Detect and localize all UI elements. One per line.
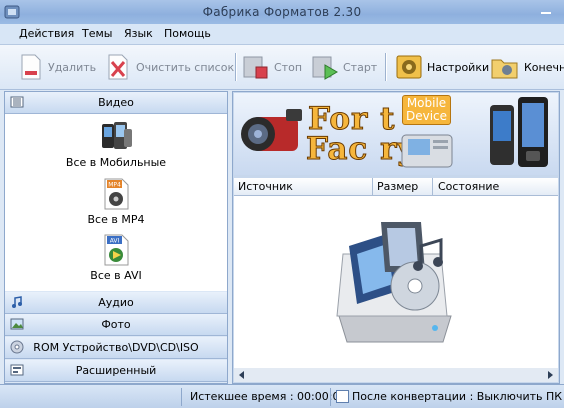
format-label: Все в AVI <box>90 269 142 282</box>
start-button[interactable]: Старт <box>311 51 377 83</box>
chevron-left-icon[interactable] <box>236 369 248 381</box>
column-divider[interactable] <box>372 178 373 195</box>
clear-list-label: Очистить список <box>136 60 235 74</box>
chevron-right-icon[interactable] <box>544 369 556 381</box>
shutdown-checkbox[interactable] <box>336 390 349 403</box>
window-title: Фабрика Форматов 2.30 <box>202 5 362 19</box>
status-divider <box>330 388 331 406</box>
category-panel: Видео Все в Мобильные MP4 Все в MP4 AVI … <box>4 91 228 384</box>
start-icon <box>312 56 338 80</box>
folder-icon <box>491 59 518 79</box>
category-advanced[interactable]: Расширенный <box>5 360 227 382</box>
remove-button[interactable]: Удалить <box>18 51 96 83</box>
elapsed-time: Истекшее время : 00:00:00 <box>190 390 347 403</box>
task-list[interactable] <box>234 196 558 368</box>
menu-themes[interactable]: Темы <box>82 27 112 40</box>
svg-text:MP4: MP4 <box>108 182 121 189</box>
menu-language[interactable]: Язык <box>124 27 153 40</box>
category-photo-label: Фото <box>101 318 131 331</box>
menu-bar: Действия Темы Язык Помощь <box>0 24 564 45</box>
mobile-phones-icon <box>102 122 132 149</box>
format-label: Все в MP4 <box>87 213 145 226</box>
task-panel: For t Fac ry Mobile Device Источник Разм… <box>232 91 560 384</box>
category-rom[interactable]: ROM Устройство\DVD\CD\ISO <box>5 337 227 359</box>
toolbar: Удалить Очистить список Стоп Старт Настр… <box>0 45 564 90</box>
app-window: Фабрика Форматов 2.30 Действия Темы Язык… <box>0 0 564 408</box>
settings-button[interactable]: Настройки <box>395 51 489 83</box>
after-conversion-label: После конвертации : Выключить ПК <box>352 390 563 403</box>
format-item-avi[interactable]: AVI Все в AVI <box>5 233 227 282</box>
task-table-header: Источник Размер Состояние <box>234 178 558 196</box>
format-item-mobile[interactable]: Все в Мобильные <box>5 120 227 169</box>
remove-label: Удалить <box>48 60 97 74</box>
menu-actions[interactable]: Действия <box>19 27 74 40</box>
status-divider <box>181 388 182 406</box>
output-folder-button[interactable]: Конечн <box>490 51 564 83</box>
format-item-mp4[interactable]: MP4 Все в MP4 <box>5 177 227 226</box>
banner-mobile-line1: Mobile <box>406 96 447 110</box>
category-rom-label: ROM Устройство\DVD\CD\ISO <box>33 341 199 354</box>
menu-help[interactable]: Помощь <box>164 27 211 40</box>
mp4-icon: MP4 <box>104 178 129 210</box>
category-advanced-label: Расширенный <box>75 364 157 377</box>
output-folder-label: Конечн <box>524 60 564 74</box>
pda-icon <box>401 134 453 168</box>
stop-button[interactable]: Стоп <box>242 51 302 83</box>
category-video-label: Видео <box>98 96 134 109</box>
settings-label: Настройки <box>427 60 490 74</box>
camcorder-icon <box>241 109 302 151</box>
format-label: Все в Мобильные <box>65 156 167 169</box>
smartphone-icon <box>490 97 548 167</box>
banner-mobile-line2: Device <box>406 109 448 123</box>
stop-icon <box>243 56 268 79</box>
start-label: Старт <box>343 60 378 74</box>
minimize-icon[interactable] <box>540 4 552 16</box>
banner-mobile-badge: Mobile Device <box>402 95 452 125</box>
column-divider[interactable] <box>432 178 433 195</box>
column-status[interactable]: Состояние <box>438 180 499 193</box>
status-bar: Истекшее время : 00:00:00 После конверта… <box>0 384 564 408</box>
format-list: Все в Мобильные MP4 Все в MP4 AVI Все в … <box>5 114 227 291</box>
toolbar-separator <box>235 53 237 81</box>
category-audio[interactable]: Аудио <box>5 292 227 314</box>
column-size[interactable]: Размер <box>377 180 418 193</box>
remove-icon <box>21 54 41 80</box>
category-photo[interactable]: Фото <box>5 314 227 336</box>
category-video[interactable]: Видео <box>5 92 227 114</box>
settings-icon <box>396 55 422 79</box>
clear-list-button[interactable]: Очистить список <box>104 51 234 83</box>
horizontal-scrollbar[interactable] <box>234 368 558 382</box>
clear-list-icon <box>108 54 128 80</box>
svg-text:AVI: AVI <box>110 238 120 245</box>
column-source[interactable]: Источник <box>238 180 293 193</box>
banner: For t Fac ry Mobile Device <box>234 93 558 175</box>
avi-icon: AVI <box>104 234 129 266</box>
title-bar: Фабрика Форматов 2.30 <box>0 0 564 24</box>
toolbar-separator <box>385 53 387 81</box>
stop-label: Стоп <box>274 60 303 74</box>
format-factory-logo-icon <box>336 222 452 343</box>
category-audio-label: Аудио <box>98 296 134 309</box>
